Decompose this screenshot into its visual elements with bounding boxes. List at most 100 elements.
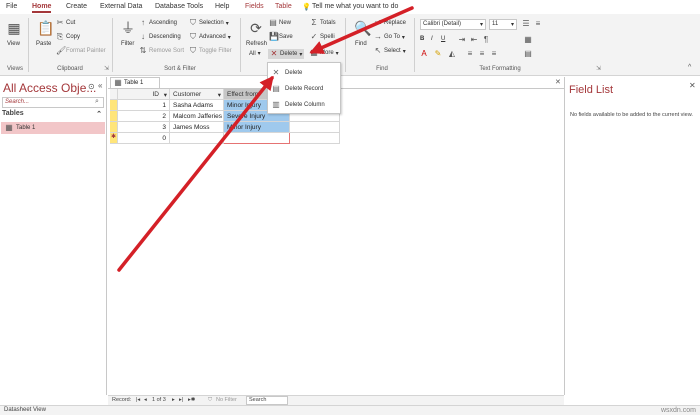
copy-button[interactable]: ⎘ Copy bbox=[56, 33, 80, 41]
tab-help[interactable]: Help bbox=[215, 3, 229, 10]
menu-item-delete-column[interactable]: ▥ Delete Column bbox=[268, 97, 340, 112]
nav-search-input[interactable]: Search... bbox=[2, 97, 104, 108]
first-record-icon[interactable]: |◂ bbox=[136, 397, 140, 403]
replace-button[interactable]: ⇄ Replace bbox=[374, 19, 406, 27]
remove-sort-button[interactable]: ⇅ Remove Sort bbox=[139, 47, 184, 55]
rtl-button[interactable]: ¶ bbox=[482, 36, 490, 44]
goto-arrow-icon: → bbox=[374, 32, 382, 41]
nav-pane-title[interactable]: All Access Obje... bbox=[3, 81, 96, 95]
indent-decrease-button[interactable]: ⇤ bbox=[470, 36, 478, 44]
underline-button[interactable]: U bbox=[441, 36, 445, 42]
find-button[interactable]: Find bbox=[355, 41, 367, 47]
row-selector[interactable] bbox=[110, 111, 118, 122]
tab-home[interactable]: Home bbox=[32, 3, 52, 13]
format-painter-button[interactable]: 🖌 Format Painter bbox=[56, 47, 106, 55]
refresh-icon[interactable]: ⟳ bbox=[248, 20, 264, 36]
tab-create[interactable]: Create bbox=[66, 3, 87, 10]
tab-database-tools[interactable]: Database Tools bbox=[155, 3, 203, 10]
shutter-bar-icon[interactable]: « bbox=[98, 81, 102, 90]
text-formatting-launcher-icon[interactable]: ⇲ bbox=[596, 65, 601, 72]
menu-item-delete[interactable]: ✕ Delete bbox=[268, 65, 340, 80]
save-record-button[interactable]: 💾 Save bbox=[269, 33, 293, 41]
filter-status[interactable]: No Filter bbox=[216, 397, 237, 403]
nav-item-table1[interactable]: ▦ Table 1 bbox=[1, 122, 105, 134]
table-cell[interactable]: 1 bbox=[118, 100, 170, 111]
font-name-combo[interactable]: Calibri (Detail) ▾ bbox=[420, 19, 486, 30]
select-button[interactable]: ↖ Select ▾ bbox=[374, 47, 406, 55]
font-color-button[interactable]: A bbox=[420, 50, 428, 58]
new-record-button[interactable]: ▤ New bbox=[269, 19, 291, 27]
view-button[interactable]: View bbox=[7, 41, 20, 47]
alt-row-color-button[interactable]: ▤ bbox=[524, 50, 532, 58]
close-document-icon[interactable]: ✕ bbox=[555, 78, 561, 86]
new-record-icon[interactable]: ▸✱ bbox=[188, 397, 195, 403]
table-cell[interactable] bbox=[290, 133, 340, 144]
nav-section-tables[interactable]: Tables ⌃ bbox=[2, 110, 104, 120]
align-center-button[interactable]: ≡ bbox=[478, 50, 486, 58]
numbering-button[interactable]: ≡ bbox=[534, 20, 542, 28]
row-selector[interactable] bbox=[110, 122, 118, 133]
record-search-input[interactable]: Search bbox=[246, 396, 288, 405]
totals-button[interactable]: Σ Totals bbox=[310, 19, 336, 27]
ascending-button[interactable]: ↑ Ascending bbox=[139, 19, 177, 27]
table-cell[interactable]: James Moss bbox=[170, 122, 224, 133]
close-icon[interactable]: ✕ bbox=[689, 81, 696, 90]
gridlines-button[interactable]: ▦ bbox=[524, 36, 532, 44]
bold-button[interactable]: B bbox=[420, 36, 424, 42]
advanced-button[interactable]: ⛉ Advanced ▾ bbox=[189, 33, 231, 41]
paste-icon[interactable]: 📋 bbox=[37, 20, 54, 36]
selection-button[interactable]: ⛉ Selection ▾ bbox=[189, 19, 229, 27]
column-header-id[interactable]: ID ▾ bbox=[118, 89, 170, 100]
next-record-icon[interactable]: ▸ bbox=[172, 397, 175, 403]
bullets-button[interactable]: ☰ bbox=[522, 20, 530, 28]
table-cell[interactable] bbox=[170, 133, 224, 144]
tab-fields[interactable]: Fields bbox=[245, 3, 264, 10]
tell-me-box[interactable]: Tell me what you want to do bbox=[312, 3, 398, 10]
table-cell[interactable]: 0 bbox=[118, 133, 170, 144]
table-cell[interactable]: 2 bbox=[118, 111, 170, 122]
toggle-filter-button[interactable]: ⛉ Toggle Filter bbox=[189, 47, 232, 55]
paste-button[interactable]: Paste bbox=[36, 41, 51, 47]
row-selector[interactable] bbox=[110, 100, 118, 111]
align-right-button[interactable]: ≡ bbox=[490, 50, 498, 58]
table-cell[interactable]: Minor Injury bbox=[224, 122, 290, 133]
more-button[interactable]: ▦ More ▾ bbox=[310, 49, 338, 57]
document-tab-table1[interactable]: ▦ Table 1 bbox=[110, 77, 160, 88]
table-cell[interactable]: Sasha Adams bbox=[170, 100, 224, 111]
table-cell[interactable]: 3 bbox=[118, 122, 170, 133]
new-row-selector[interactable]: ✱ bbox=[110, 133, 118, 144]
spelling-button[interactable]: ✓ Spelli bbox=[310, 33, 335, 41]
record-position[interactable]: 1 of 3 bbox=[152, 397, 166, 403]
find-binoculars-icon[interactable]: 🔍 bbox=[354, 20, 371, 36]
align-left-button[interactable]: ≡ bbox=[466, 50, 474, 58]
indent-increase-button[interactable]: ⇥ bbox=[458, 36, 466, 44]
column-header-customer[interactable]: Customer ▾ bbox=[170, 89, 224, 100]
tab-external-data[interactable]: External Data bbox=[100, 3, 142, 10]
table-cell[interactable] bbox=[224, 133, 290, 144]
cut-button[interactable]: ✂ Cut bbox=[56, 19, 76, 27]
font-size-combo[interactable]: 11 ▾ bbox=[489, 19, 517, 30]
datasheet-view-icon[interactable]: ▦ bbox=[6, 20, 22, 36]
previous-record-icon[interactable]: ◂ bbox=[144, 397, 147, 403]
refresh-all-button[interactable]: Refresh bbox=[246, 41, 267, 47]
last-record-icon[interactable]: ▸| bbox=[179, 397, 183, 403]
delete-button[interactable]: ✕ Delete ▾ bbox=[268, 49, 305, 59]
filter-button[interactable]: Filter bbox=[121, 41, 134, 47]
goto-button[interactable]: → Go To ▾ bbox=[374, 33, 405, 41]
collapse-ribbon-icon[interactable]: ^ bbox=[688, 64, 691, 71]
select-all-corner[interactable] bbox=[110, 89, 118, 100]
refresh-all-label[interactable]: All ▾ bbox=[249, 50, 261, 58]
tab-file[interactable]: File bbox=[6, 3, 17, 10]
italic-button[interactable]: I bbox=[431, 36, 433, 42]
highlight-button[interactable]: ✎ bbox=[434, 50, 442, 58]
fill-color-button[interactable]: ◭ bbox=[448, 50, 456, 58]
menu-item-delete-record[interactable]: ▤ Delete Record bbox=[268, 81, 340, 96]
filter-icon[interactable]: ⏚ bbox=[120, 20, 136, 36]
table-cell[interactable]: Malcom Jafferies bbox=[170, 111, 224, 122]
tab-table[interactable]: Table bbox=[275, 3, 292, 10]
table-cell[interactable] bbox=[290, 122, 340, 133]
descending-button[interactable]: ↓ Descending bbox=[139, 33, 181, 41]
divider bbox=[112, 18, 113, 72]
clipboard-launcher-icon[interactable]: ⇲ bbox=[104, 65, 109, 72]
nav-menu-icon[interactable]: ⊙ bbox=[88, 82, 95, 91]
